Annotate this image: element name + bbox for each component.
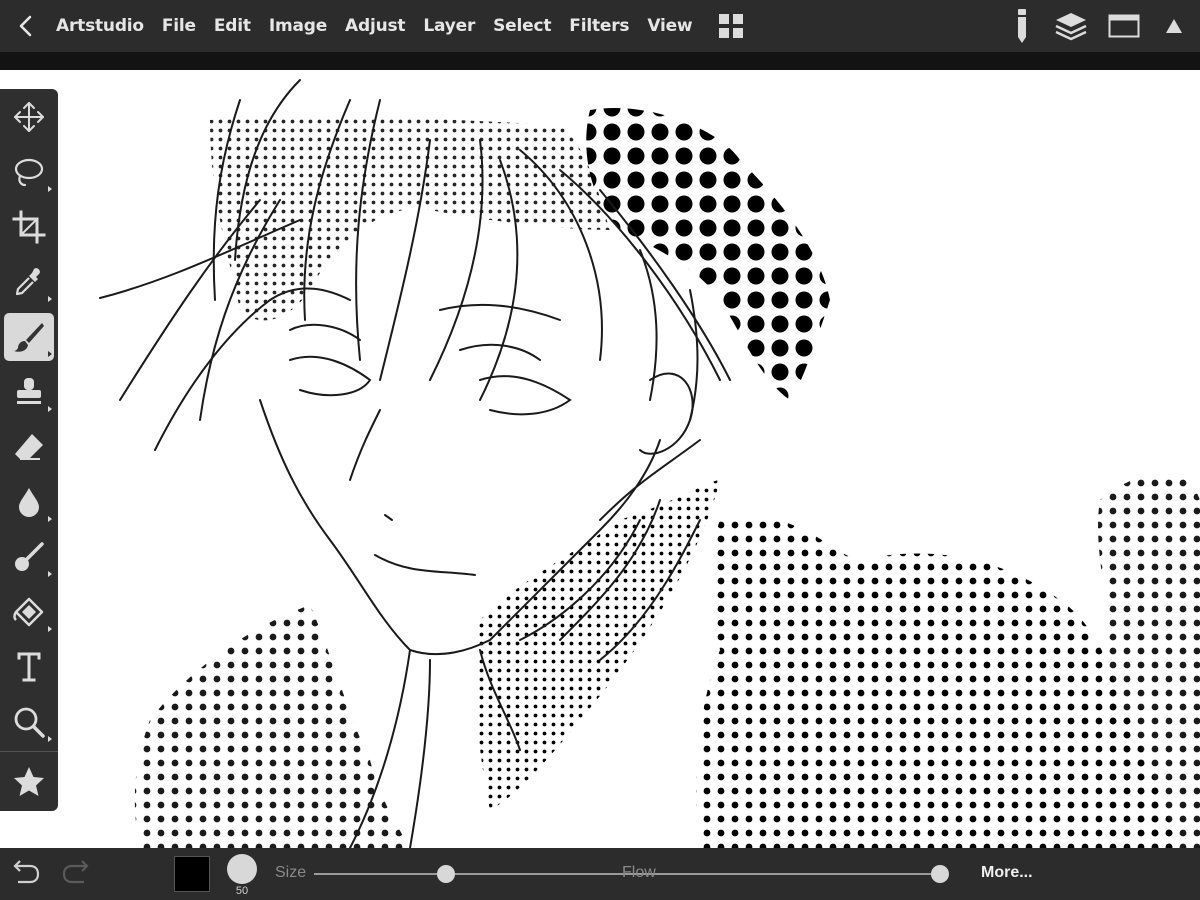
star-icon	[14, 767, 44, 796]
grid-button[interactable]	[707, 0, 755, 52]
top-bar-shadow	[0, 52, 1200, 70]
eraser-icon	[15, 434, 43, 460]
layers-button[interactable]	[1042, 0, 1100, 52]
size-label: Size	[275, 864, 307, 881]
tool-stamp[interactable]	[4, 368, 54, 416]
tool-lasso[interactable]	[4, 148, 54, 196]
redo-icon	[62, 860, 89, 884]
undo-icon	[13, 860, 40, 884]
brush-size-value: 50	[235, 885, 249, 897]
drawing-canvas[interactable]	[0, 70, 1200, 848]
flow-slider-thumb[interactable]	[931, 865, 949, 883]
flow-label: Flow	[622, 864, 656, 881]
tool-zoom[interactable]	[4, 698, 54, 746]
tool-crop[interactable]	[4, 203, 54, 251]
toolbar-right	[1002, 0, 1200, 52]
layers-icon	[1055, 13, 1087, 41]
menu-select[interactable]: Select	[484, 0, 560, 52]
menu-file[interactable]: File	[153, 0, 205, 52]
tool-blur[interactable]	[4, 478, 54, 526]
tool-move[interactable]	[4, 93, 54, 141]
tool-favorites[interactable]	[4, 758, 54, 806]
eyedropper-icon	[15, 268, 40, 296]
menu-view[interactable]: View	[638, 0, 701, 52]
stamp-icon	[17, 378, 41, 404]
collapse-button[interactable]	[1148, 0, 1200, 52]
menu-edit[interactable]: Edit	[205, 0, 260, 52]
submenu-indicator	[48, 186, 52, 192]
window-icon	[1108, 14, 1140, 38]
menu-filters[interactable]: Filters	[560, 0, 638, 52]
menu-layer[interactable]: Layer	[414, 0, 484, 52]
tool-fill[interactable]	[4, 588, 54, 636]
brush-icon	[14, 323, 44, 352]
submenu-indicator	[48, 571, 52, 577]
submenu-indicator	[48, 736, 52, 742]
back-chevron-icon	[19, 15, 32, 37]
brush-settings-button[interactable]	[1002, 0, 1042, 52]
menu-adjust[interactable]: Adjust	[336, 0, 414, 52]
app-menu[interactable]: Artstudio	[48, 0, 153, 52]
move-icon	[14, 102, 44, 132]
tool-brush[interactable]	[4, 313, 54, 361]
redo-button[interactable]	[62, 860, 92, 893]
artwork	[99, 79, 1200, 848]
back-button[interactable]	[4, 0, 48, 52]
menu-bar: Artstudio File Edit Image Adjust Layer S…	[0, 0, 1200, 52]
submenu-indicator	[48, 626, 52, 632]
smudge-icon	[15, 542, 44, 571]
bottom-toolbar: 50 Size Flow More...	[0, 848, 1200, 900]
grid-icon	[719, 14, 744, 38]
brush-preset[interactable]	[227, 854, 257, 884]
triangle-up-icon	[1166, 19, 1182, 33]
lasso-icon	[14, 158, 44, 187]
fill-bucket-icon	[13, 597, 44, 627]
tool-eraser[interactable]	[4, 423, 54, 471]
drop-icon	[19, 488, 39, 517]
text-icon	[17, 652, 41, 682]
pencil-brush-icon	[1018, 9, 1026, 43]
tool-text[interactable]	[4, 643, 54, 691]
more-button[interactable]: More...	[981, 864, 1033, 882]
size-slider-thumb[interactable]	[437, 865, 455, 883]
window-mode-button[interactable]	[1100, 0, 1148, 52]
undo-button[interactable]	[10, 860, 40, 893]
tool-smudge[interactable]	[4, 533, 54, 581]
submenu-indicator	[48, 406, 52, 412]
color-swatch[interactable]	[174, 856, 210, 892]
submenu-indicator	[48, 351, 52, 357]
flow-slider[interactable]	[665, 873, 940, 875]
crop-icon	[12, 210, 46, 244]
tools-separator	[0, 751, 58, 752]
collar-tone	[475, 480, 720, 810]
submenu-indicator	[48, 296, 52, 302]
tool-eyedropper[interactable]	[4, 258, 54, 306]
main-menu: Artstudio File Edit Image Adjust Layer S…	[48, 0, 701, 52]
shirt-tone-left	[134, 605, 410, 848]
submenu-indicator	[48, 516, 52, 522]
tools-panel	[0, 89, 58, 811]
zoom-icon	[14, 707, 45, 738]
menu-image[interactable]: Image	[260, 0, 336, 52]
